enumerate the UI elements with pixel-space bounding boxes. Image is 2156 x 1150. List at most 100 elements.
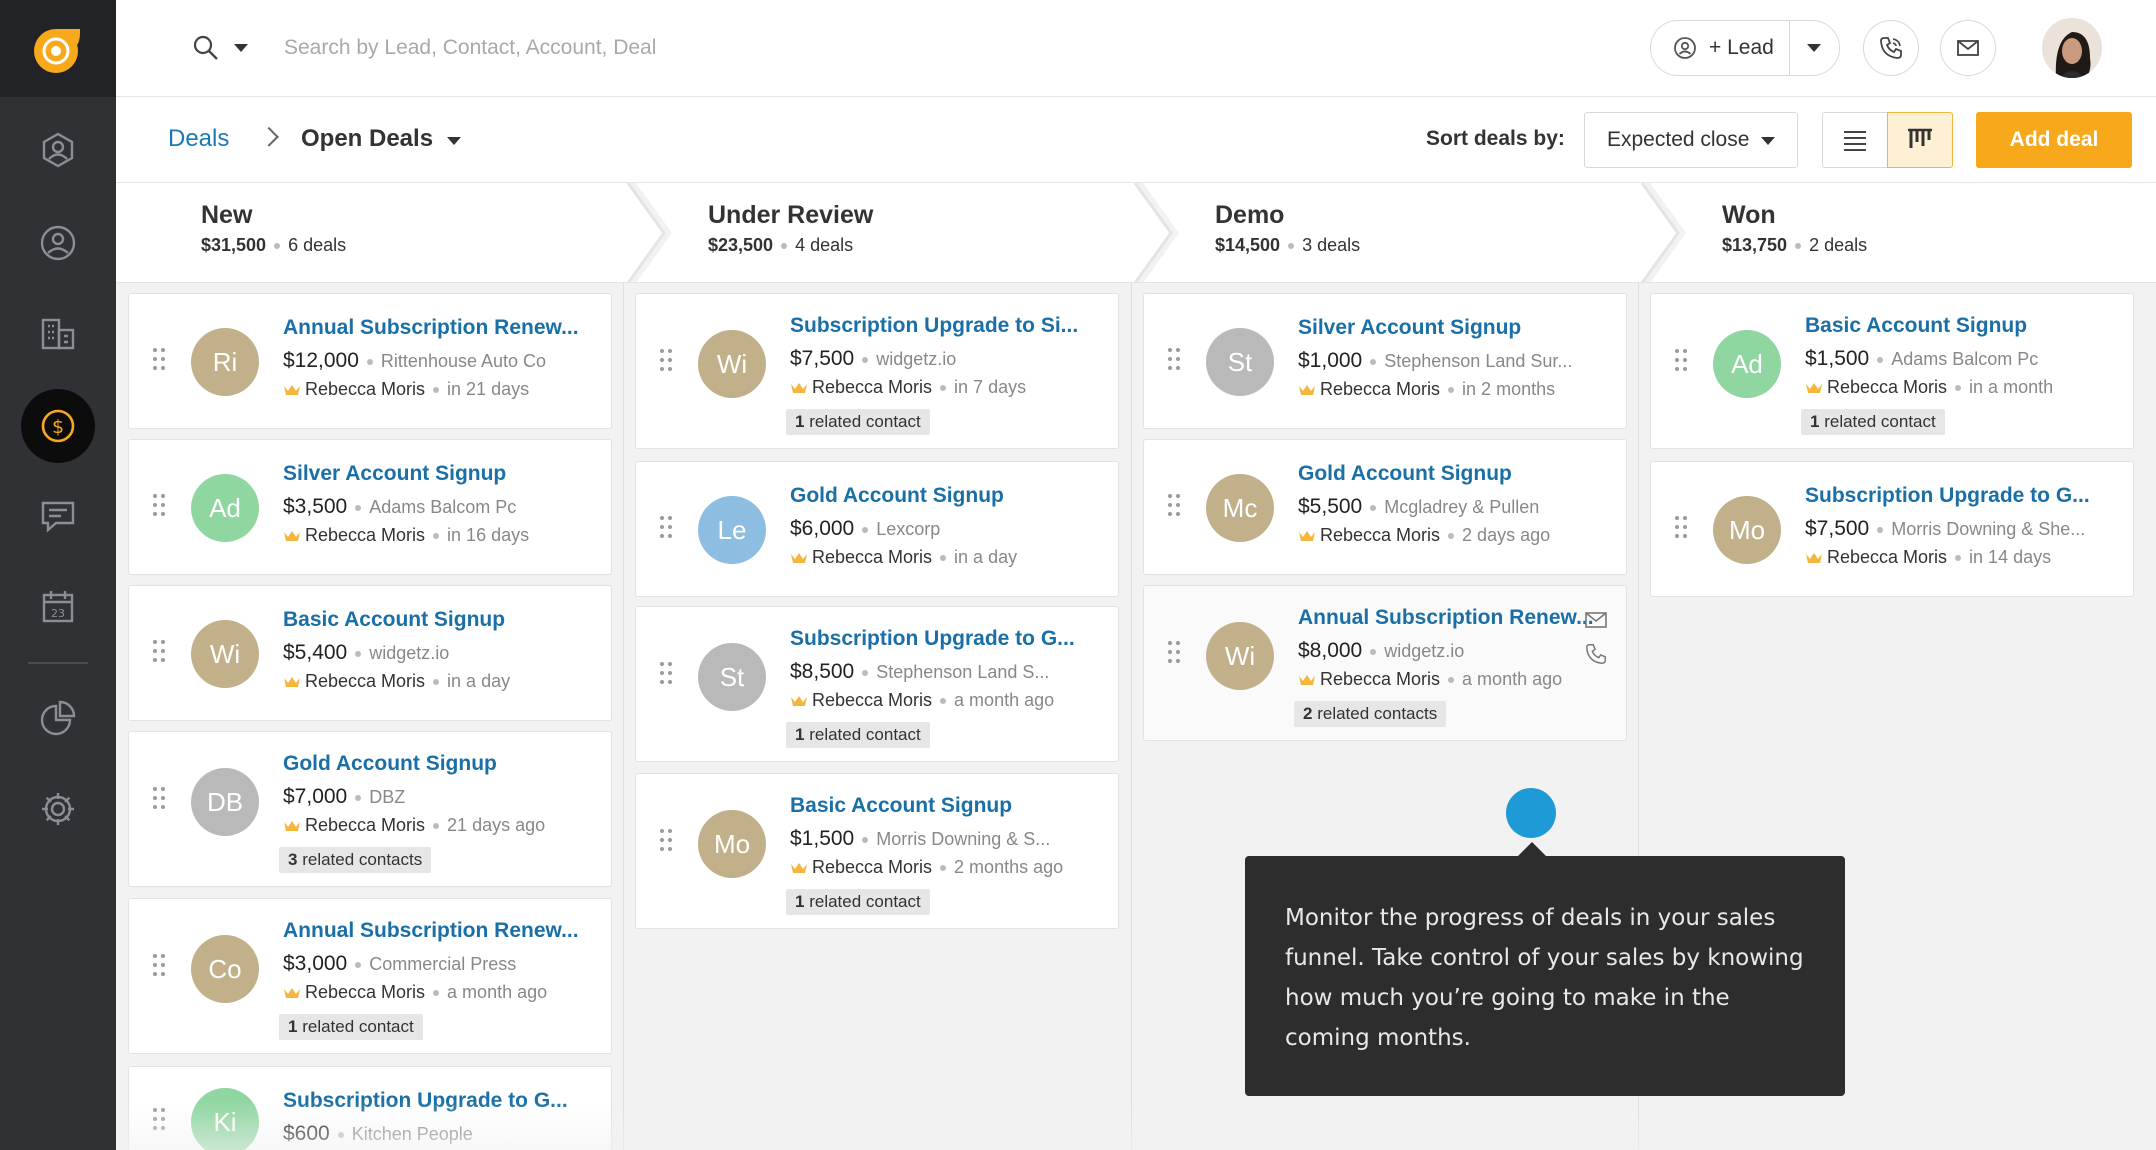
drag-handle-icon[interactable] <box>1675 349 1689 375</box>
separator-dot <box>433 679 440 686</box>
nav-reports[interactable] <box>0 678 116 758</box>
deal-title[interactable]: Annual Subscription Renew... <box>283 919 583 943</box>
nav-accounts[interactable] <box>0 294 116 374</box>
nav-contacts[interactable] <box>0 203 116 283</box>
deal-company: Adams Balcom Pc <box>369 497 517 517</box>
list-view-button[interactable] <box>1822 112 1888 168</box>
deal-card[interactable]: Mo Subscription Upgrade to G... $7,500 Morr… <box>1650 461 2134 597</box>
deal-card[interactable]: Ri Annual Subscription Renew... $12,000 Rit… <box>128 293 612 429</box>
card-mail-icon[interactable] <box>1584 610 1608 630</box>
user-avatar[interactable] <box>2042 18 2102 78</box>
drag-handle-icon[interactable] <box>153 348 167 374</box>
deal-card[interactable]: Le Gold Account Signup $6,000 Lexcorp Rebecc… <box>635 461 1119 597</box>
phone-button[interactable] <box>1863 20 1919 76</box>
deal-amount-row: $12,000 Rittenhouse Auto Co <box>283 349 593 373</box>
deal-title[interactable]: Subscription Upgrade to Si... <box>790 314 1090 338</box>
drag-handle-icon[interactable] <box>153 954 167 980</box>
drag-handle-icon[interactable] <box>1168 641 1182 667</box>
deal-card[interactable]: Ad Basic Account Signup $1,500 Adams Balcom… <box>1650 293 2134 449</box>
tour-hotspot[interactable] <box>1506 788 1556 838</box>
search-scope-caret-icon[interactable] <box>234 44 248 52</box>
app-logo[interactable] <box>0 0 116 97</box>
deal-title[interactable]: Subscription Upgrade to G... <box>790 627 1090 651</box>
drag-handle-icon[interactable] <box>660 349 674 375</box>
related-contacts-badge[interactable]: 1 related contact <box>279 1014 423 1040</box>
drag-handle-icon[interactable] <box>153 640 167 666</box>
related-contacts-badge[interactable]: 1 related contact <box>786 409 930 435</box>
kanban-view-button[interactable] <box>1887 112 1953 168</box>
deal-owner: Rebecca Moris <box>1320 669 1441 689</box>
view-selector[interactable]: Open Deals <box>301 125 433 153</box>
deal-owner-row: Rebecca Moris a month ago <box>283 982 593 1003</box>
related-contacts-badge[interactable]: 1 related contact <box>786 722 930 748</box>
nav-settings[interactable] <box>0 769 116 849</box>
breadcrumb-deals-link[interactable]: Deals <box>168 125 229 153</box>
deal-owner-row: Rebecca Moris in 14 days <box>1805 547 2115 568</box>
stage-count: 2 deals <box>1809 235 1868 255</box>
deal-title[interactable]: Subscription Upgrade to G... <box>283 1089 583 1113</box>
deal-expected-close: a month ago <box>954 690 1055 710</box>
search-input[interactable] <box>284 28 984 68</box>
related-label: related contact <box>809 412 921 431</box>
deal-card[interactable]: Wi Basic Account Signup $5,400 widgetz.io Re… <box>128 585 612 721</box>
stage-demo: Demo $14,500 3 deals <box>1130 183 1642 283</box>
add-deal-button[interactable]: Add deal <box>1976 112 2132 168</box>
avatar: St <box>1206 328 1274 396</box>
deal-card[interactable]: Ki Subscription Upgrade to G... $600 Kitche… <box>128 1066 612 1150</box>
related-contacts-badge[interactable]: 2 related contacts <box>1294 701 1447 727</box>
deal-title[interactable]: Basic Account Signup <box>283 608 583 632</box>
deal-card[interactable]: Co Annual Subscription Renew... $3,000 Comm… <box>128 898 612 1054</box>
separator-dot <box>355 505 362 512</box>
nav-conversations[interactable] <box>0 476 116 556</box>
related-label: related contacts <box>1317 704 1438 723</box>
deal-card[interactable]: Mo Basic Account Signup $1,500 Morris Downi… <box>635 773 1119 929</box>
add-lead-dropdown[interactable] <box>1790 44 1839 52</box>
deal-title[interactable]: Silver Account Signup <box>283 462 583 486</box>
drag-handle-icon[interactable] <box>1168 348 1182 374</box>
deal-title[interactable]: Basic Account Signup <box>1805 314 2105 338</box>
sort-select[interactable]: Expected close <box>1584 112 1798 168</box>
deal-title[interactable]: Basic Account Signup <box>790 794 1090 818</box>
drag-handle-icon[interactable] <box>1675 516 1689 542</box>
drag-handle-icon[interactable] <box>660 516 674 542</box>
drag-handle-icon[interactable] <box>153 787 167 813</box>
deal-title[interactable]: Annual Subscription Renew... <box>283 316 583 340</box>
deal-title[interactable]: Annual Subscription Renew... <box>1298 606 1598 630</box>
deal-card[interactable]: Ad Silver Account Signup $3,500 Adams Balco… <box>128 439 612 575</box>
add-lead-button[interactable]: + Lead <box>1651 21 1790 75</box>
search-icon[interactable] <box>192 34 220 62</box>
drag-handle-icon[interactable] <box>1168 494 1182 520</box>
card-phone-icon[interactable] <box>1584 642 1608 666</box>
separator-dot <box>1877 357 1884 364</box>
email-button[interactable] <box>1940 20 1996 76</box>
related-contacts-badge[interactable]: 1 related contact <box>786 889 930 915</box>
nav-deals[interactable]: $ <box>0 386 116 466</box>
deal-title[interactable]: Gold Account Signup <box>790 484 1090 508</box>
separator-dot <box>862 670 869 677</box>
pie-chart-icon <box>40 700 76 736</box>
drag-handle-icon[interactable] <box>153 494 167 520</box>
deal-card[interactable]: Mc Gold Account Signup $5,500 Mcgladrey & P… <box>1143 439 1627 575</box>
deal-card[interactable]: Wi Subscription Upgrade to Si... $7,500 wid… <box>635 293 1119 449</box>
avatar: DB <box>191 768 259 836</box>
deal-card[interactable]: St Silver Account Signup $1,000 Stephenson … <box>1143 293 1627 429</box>
nav-leads[interactable] <box>0 110 116 190</box>
avatar: Wi <box>1206 622 1274 690</box>
deal-card[interactable]: St Subscription Upgrade to G... $8,500 Step… <box>635 606 1119 762</box>
deal-card[interactable]: DB Gold Account Signup $7,000 DBZ Rebecca Mo… <box>128 731 612 887</box>
drag-handle-icon[interactable] <box>660 662 674 688</box>
nav-calendar[interactable]: 23 <box>0 567 116 647</box>
drag-handle-icon[interactable] <box>153 1108 167 1134</box>
drag-handle-icon[interactable] <box>660 829 674 855</box>
related-contacts-badge[interactable]: 1 related contact <box>1801 409 1945 435</box>
owner-crown-icon <box>791 696 807 707</box>
view-selector-caret-icon[interactable] <box>447 137 461 145</box>
deal-title[interactable]: Gold Account Signup <box>283 752 583 776</box>
related-contacts-badge[interactable]: 3 related contacts <box>279 847 432 873</box>
pipeline-stages: New $31,500 6 deals Under Review $23,500 4… <box>116 183 2156 283</box>
deal-title[interactable]: Subscription Upgrade to G... <box>1805 484 2105 508</box>
deal-card[interactable]: Wi Annual Subscription Renew... $8,000 widg… <box>1143 585 1627 741</box>
deal-title[interactable]: Silver Account Signup <box>1298 316 1598 340</box>
separator-dot <box>1370 505 1377 512</box>
deal-title[interactable]: Gold Account Signup <box>1298 462 1598 486</box>
